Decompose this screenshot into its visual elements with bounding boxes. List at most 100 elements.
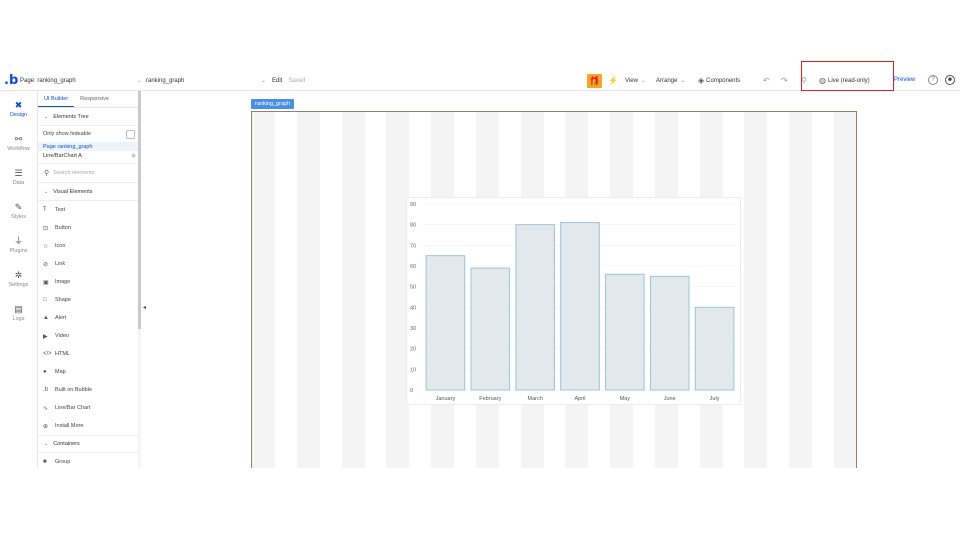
element-text[interactable]: T Text [38, 201, 140, 219]
element-selector[interactable]: ranking_graph ⌄ [146, 77, 266, 85]
x-tick-label: April [574, 396, 585, 402]
chevron-down-icon: ⌄ [44, 113, 49, 120]
undo-icon[interactable]: ↶ [763, 76, 770, 85]
search-icon: ⚲ [44, 170, 50, 177]
chevron-down-icon: ⌄ [680, 78, 686, 84]
element-label: Image [55, 279, 71, 285]
tree-item-chart[interactable]: Line/BarChart A ◉ [38, 151, 140, 160]
account-icon[interactable]: ☻ [945, 75, 955, 85]
page-selector-label: Page: ranking_graph [20, 77, 76, 84]
rail-item-data[interactable]: ☰ Data [0, 165, 37, 188]
panel-scrollbar-thumb[interactable] [138, 91, 141, 329]
rail-item-label: Workflow [7, 145, 30, 152]
elements-panel: UI Builder Responsive ⌄ Elements Tree On… [38, 91, 140, 468]
bubble-icon: .b [43, 387, 49, 393]
y-tick-label: 50 [410, 285, 416, 291]
left-icon-rail: ✖ Design ⚯ Workflow ☰ Data ✎ Styles ⏚ Pl… [0, 91, 38, 468]
chevron-down-icon: ⌄ [136, 78, 142, 84]
bubble-editor: .b Page: ranking_graph ⌄ ranking_graph ⌄… [0, 61, 960, 468]
help-icon[interactable]: ? [928, 75, 938, 85]
image-icon: ▣ [43, 279, 49, 286]
x-tick-label: July [710, 396, 720, 402]
y-tick-label: 0 [410, 388, 413, 394]
column-guide [789, 112, 812, 468]
element-label: Line/Bar Chart [55, 405, 91, 411]
chevron-down-icon: ⌄ [640, 78, 646, 84]
rail-item-label: Design [9, 111, 28, 118]
element-image[interactable]: ▣ Image [38, 273, 140, 291]
elements-tree-header[interactable]: ⌄ Elements Tree [38, 108, 140, 126]
x-tick-label: March [528, 396, 543, 402]
element-label: HTML [55, 351, 70, 357]
element-button[interactable]: ⊡ Button [38, 219, 140, 237]
element-shape[interactable]: □ Shape [38, 291, 140, 309]
element-label: Map [55, 369, 66, 375]
element-built-on-bubble[interactable]: .b Built on Bubble [38, 381, 140, 399]
rail-item-logs[interactable]: ▤ Logs [0, 301, 37, 324]
magic-wand-icon[interactable]: ⚡ [608, 76, 618, 85]
tab-ui-builder[interactable]: UI Builder [38, 91, 75, 107]
eye-icon[interactable]: ◉ [131, 153, 136, 159]
logs-icon: ▤ [14, 303, 23, 314]
plus-circle-icon: ⊕ [43, 423, 49, 430]
bar [560, 222, 600, 391]
page-tag[interactable]: ranking_graph [251, 99, 295, 109]
y-tick-label: 30 [410, 326, 416, 332]
bar [425, 255, 466, 391]
line-bar-chart[interactable]: 0 10 20 30 40 50 60 70 80 90 January February March A… [406, 197, 741, 405]
element-html[interactable]: </> HTML [38, 345, 140, 363]
alert-icon: ▲ [43, 315, 49, 321]
page-selector[interactable]: Page: ranking_graph ⌄ [20, 77, 142, 85]
bar [649, 275, 690, 391]
element-icon[interactable]: ☆ Icon [38, 237, 140, 255]
search-input[interactable]: Search elements [53, 170, 94, 176]
collapse-panel-icon[interactable]: ◂ [143, 304, 146, 311]
bar [515, 224, 555, 391]
rail-item-settings[interactable]: ✲ Settings [0, 267, 37, 290]
redo-icon[interactable]: ↷ [781, 76, 788, 85]
preview-link[interactable]: Preview [894, 77, 915, 83]
tab-responsive[interactable]: Responsive [74, 91, 115, 107]
element-group[interactable]: ■ Group [38, 453, 140, 468]
element-link[interactable]: ⊘ Link [38, 255, 140, 273]
bar [694, 306, 735, 391]
page-frame[interactable]: 0 10 20 30 40 50 60 70 80 90 January February March A… [251, 111, 857, 468]
gift-icon[interactable]: 🎁 [587, 74, 602, 88]
element-label: Built on Bubble [55, 387, 92, 393]
x-tick-label: May [620, 396, 631, 402]
only-show-hideable-checkbox[interactable] [126, 129, 135, 139]
search-elements[interactable]: ⚲ Search elements [38, 163, 140, 183]
rail-item-styles[interactable]: ✎ Styles [0, 199, 37, 222]
column-guide [297, 112, 320, 468]
link-icon: ⊘ [43, 261, 49, 268]
containers-header[interactable]: ⌄ Containers [38, 435, 140, 453]
x-tick-label: January [436, 396, 456, 402]
top-bar: .b Page: ranking_graph ⌄ ranking_graph ⌄… [0, 61, 960, 91]
rail-item-workflow[interactable]: ⚯ Workflow [0, 131, 37, 154]
editor-canvas: ranking_graph 0 10 20 30 40 50 60 70 80 90 January… [147, 91, 960, 468]
tree-item-label: Line/BarChart A [43, 152, 82, 159]
rail-item-design[interactable]: ✖ Design [0, 97, 37, 120]
bubble-logo-icon[interactable]: .b [4, 73, 20, 88]
workflow-icon: ⚯ [14, 133, 23, 144]
arrange-menu[interactable]: Arrange ⌄ [656, 77, 686, 85]
y-tick-label: 60 [410, 264, 416, 270]
element-map[interactable]: ● Map [38, 363, 140, 381]
rail-item-plugins[interactable]: ⏚ Plugins [0, 233, 37, 256]
column-guide [342, 112, 365, 468]
view-label: View [625, 77, 638, 84]
element-line-bar-chart[interactable]: ∿ Line/Bar Chart [38, 399, 140, 417]
element-label: Alert [55, 315, 67, 321]
containers-label: Containers [53, 441, 80, 447]
element-label: Group [55, 459, 71, 465]
video-icon: ▶ [43, 333, 48, 340]
element-video[interactable]: ▶ Video [38, 327, 140, 345]
components-button[interactable]: ◈ Components [698, 76, 740, 85]
column-guide [744, 112, 767, 468]
view-menu[interactable]: View ⌄ [625, 77, 646, 85]
visual-elements-header[interactable]: ⌄ Visual Elements [38, 183, 140, 201]
element-install-more[interactable]: ⊕ Install More [38, 417, 140, 435]
edit-label[interactable]: Edit [272, 78, 282, 84]
element-alert[interactable]: ▲ Alert [38, 309, 140, 327]
tree-item-page[interactable]: Page ranking_graph [38, 142, 140, 151]
